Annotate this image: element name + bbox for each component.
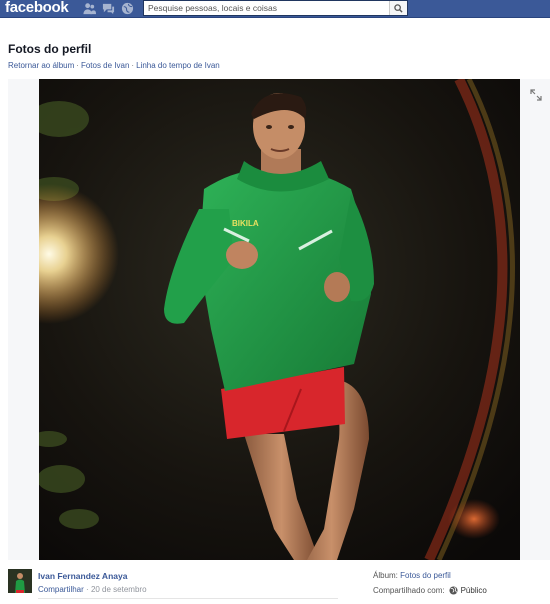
facebook-logo[interactable]: facebook [5, 0, 69, 16]
profile-photo[interactable]: BIKILA [39, 79, 520, 560]
album-label: Álbum: [373, 571, 398, 580]
search-box [143, 0, 408, 16]
ivan-timeline-link[interactable]: Linha do tempo de Ivan [136, 61, 220, 70]
shared-with-label: Compartilhado com: [373, 586, 445, 595]
jacket-brand-text: BIKILA [232, 219, 259, 228]
search-icon [394, 3, 403, 13]
privacy-info: Compartilhado com: Público [373, 586, 487, 595]
page-title: Fotos do perfil [8, 42, 92, 56]
photo-stage: BIKILA [8, 79, 550, 560]
meta-separator: · [86, 585, 89, 594]
search-input[interactable] [144, 1, 390, 15]
avatar[interactable] [8, 569, 32, 593]
runner-photo-image: BIKILA [39, 79, 520, 560]
globe-icon [449, 586, 458, 595]
post-meta: Compartilhar · 20 de setembro [38, 585, 147, 594]
search-button[interactable] [389, 1, 407, 15]
friend-requests-icon[interactable] [83, 2, 96, 15]
top-bar: facebook [0, 0, 550, 18]
album-info: Álbum: Fotos do perfil [373, 571, 451, 580]
divider [38, 598, 338, 599]
share-link[interactable]: Compartilhar [38, 585, 84, 594]
avatar-image [8, 569, 32, 593]
album-link[interactable]: Fotos do perfil [400, 571, 451, 580]
author-name[interactable]: Ivan Fernandez Anaya [38, 571, 127, 581]
breadcrumb: Retornar ao álbum · Fotos de Ivan · Linha do… [8, 61, 220, 70]
post-date[interactable]: 20 de setembro [91, 585, 147, 594]
ivan-photos-link[interactable]: Fotos de Ivan [81, 61, 129, 70]
breadcrumb-separator: · [76, 61, 79, 70]
privacy-value[interactable]: Público [461, 586, 487, 595]
messages-icon[interactable] [102, 2, 115, 15]
back-to-album-link[interactable]: Retornar ao álbum [8, 61, 74, 70]
notifications-icon[interactable] [121, 2, 134, 15]
fullscreen-icon[interactable] [530, 89, 542, 101]
